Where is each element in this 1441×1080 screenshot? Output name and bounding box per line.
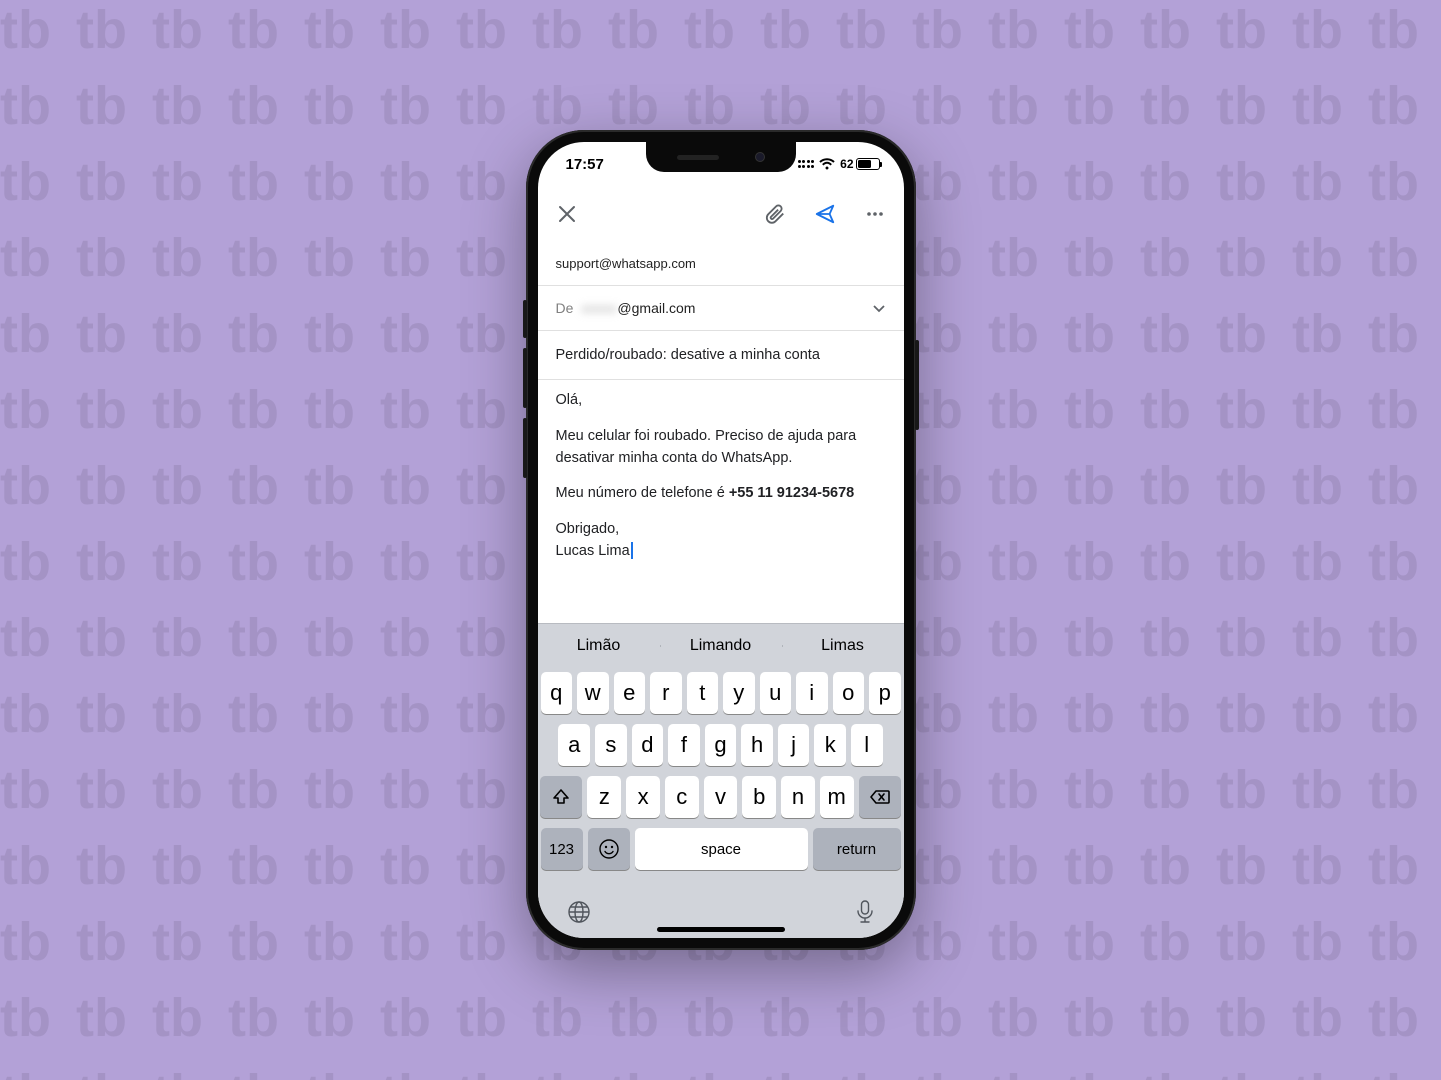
backspace-key[interactable] bbox=[859, 776, 901, 818]
status-time: 17:57 bbox=[566, 156, 604, 173]
power-button bbox=[915, 340, 919, 430]
key-u[interactable]: u bbox=[760, 672, 792, 714]
numbers-key[interactable]: 123 bbox=[541, 828, 583, 870]
subject-value: Perdido/roubado: desative a minha conta bbox=[556, 347, 820, 363]
dictation-key[interactable] bbox=[854, 899, 876, 925]
key-h[interactable]: h bbox=[741, 724, 773, 766]
signal-icon bbox=[798, 160, 815, 168]
key-w[interactable]: w bbox=[577, 672, 609, 714]
key-a[interactable]: a bbox=[558, 724, 590, 766]
keyboard-row: 123 space return bbox=[541, 828, 901, 870]
key-m[interactable]: m bbox=[820, 776, 854, 818]
send-icon bbox=[814, 203, 836, 225]
key-t[interactable]: t bbox=[687, 672, 719, 714]
body-signoff: Obrigado, Lucas Lima bbox=[556, 519, 886, 563]
volume-button bbox=[523, 300, 527, 338]
from-domain: @gmail.com bbox=[617, 300, 695, 316]
key-k[interactable]: k bbox=[814, 724, 846, 766]
key-y[interactable]: y bbox=[723, 672, 755, 714]
backspace-icon bbox=[869, 788, 891, 806]
body-greeting: Olá, bbox=[556, 390, 886, 412]
key-z[interactable]: z bbox=[587, 776, 621, 818]
key-b[interactable]: b bbox=[742, 776, 776, 818]
volume-button bbox=[523, 348, 527, 408]
to-value: support@whatsapp.com bbox=[556, 256, 696, 271]
keyboard-row: qwertyuiop bbox=[541, 672, 901, 714]
more-button[interactable] bbox=[862, 201, 888, 227]
from-field[interactable]: De xxxxx @gmail.com bbox=[538, 286, 904, 330]
key-o[interactable]: o bbox=[833, 672, 865, 714]
key-i[interactable]: i bbox=[796, 672, 828, 714]
key-r[interactable]: r bbox=[650, 672, 682, 714]
phone-number: +55 11 91234-5678 bbox=[729, 485, 854, 501]
key-x[interactable]: x bbox=[626, 776, 660, 818]
emoji-key[interactable] bbox=[588, 828, 630, 870]
keyboard: Limão Limando Limas qwertyuiop asdfghjkl… bbox=[538, 623, 904, 938]
key-v[interactable]: v bbox=[704, 776, 738, 818]
more-horizontal-icon bbox=[865, 204, 885, 224]
key-s[interactable]: s bbox=[595, 724, 627, 766]
phone-frame: 17:57 62 bbox=[526, 130, 916, 950]
text-cursor bbox=[631, 542, 633, 559]
email-body[interactable]: Olá, Meu celular foi roubado. Preciso de… bbox=[538, 380, 904, 623]
globe-icon bbox=[566, 899, 592, 925]
key-e[interactable]: e bbox=[614, 672, 646, 714]
microphone-icon bbox=[854, 899, 876, 925]
shift-icon bbox=[552, 788, 570, 806]
globe-key[interactable] bbox=[566, 899, 592, 925]
from-label: De bbox=[556, 300, 574, 316]
suggestion[interactable]: Limas bbox=[782, 637, 904, 655]
shift-key[interactable] bbox=[540, 776, 582, 818]
key-d[interactable]: d bbox=[632, 724, 664, 766]
body-p1: Meu celular foi roubado. Preciso de ajud… bbox=[556, 426, 886, 470]
from-user: xxxxx bbox=[581, 300, 616, 316]
suggestion[interactable]: Limão bbox=[538, 637, 660, 655]
battery-indicator: 62 bbox=[840, 157, 879, 171]
return-key[interactable]: return bbox=[813, 828, 901, 870]
subject-field[interactable]: Perdido/roubado: desative a minha conta bbox=[538, 331, 904, 379]
key-c[interactable]: c bbox=[665, 776, 699, 818]
key-f[interactable]: f bbox=[668, 724, 700, 766]
to-field[interactable]: support@whatsapp.com bbox=[538, 242, 904, 285]
suggestion[interactable]: Limando bbox=[660, 637, 782, 655]
paperclip-icon bbox=[764, 203, 786, 225]
close-icon bbox=[558, 205, 576, 223]
volume-button bbox=[523, 418, 527, 478]
key-p[interactable]: p bbox=[869, 672, 901, 714]
wifi-icon bbox=[819, 158, 835, 170]
key-g[interactable]: g bbox=[705, 724, 737, 766]
suggestion-bar: Limão Limando Limas bbox=[538, 624, 904, 668]
keyboard-row: zxcvbnm bbox=[541, 776, 901, 818]
key-q[interactable]: q bbox=[541, 672, 573, 714]
expand-from-button[interactable] bbox=[872, 301, 886, 315]
key-n[interactable]: n bbox=[781, 776, 815, 818]
space-key[interactable]: space bbox=[635, 828, 808, 870]
keyboard-row: asdfghjkl bbox=[541, 724, 901, 766]
attach-button[interactable] bbox=[762, 201, 788, 227]
emoji-icon bbox=[598, 838, 620, 860]
close-button[interactable] bbox=[554, 201, 580, 227]
body-p2: Meu número de telefone é +55 11 91234-56… bbox=[556, 483, 886, 505]
notch bbox=[646, 142, 796, 172]
compose-toolbar bbox=[538, 186, 904, 242]
send-button[interactable] bbox=[812, 201, 838, 227]
chevron-down-icon bbox=[872, 301, 886, 315]
home-indicator[interactable] bbox=[657, 927, 785, 932]
key-j[interactable]: j bbox=[778, 724, 810, 766]
key-l[interactable]: l bbox=[851, 724, 883, 766]
